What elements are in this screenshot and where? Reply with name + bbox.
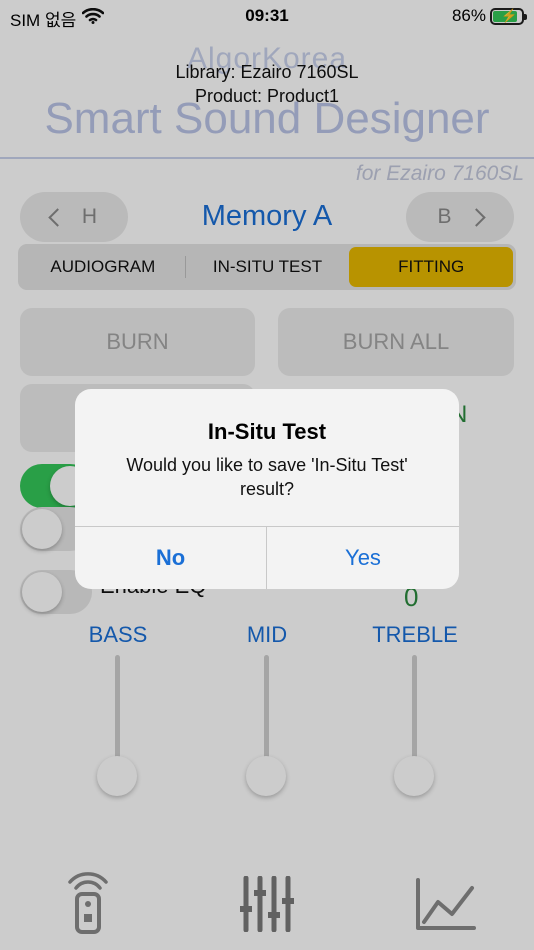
alert-dialog: In-Situ Test Would you like to save 'In-…: [75, 389, 459, 589]
alert-title: In-Situ Test: [207, 419, 327, 444]
yes-button[interactable]: Yes: [267, 526, 459, 589]
no-button[interactable]: No: [75, 526, 266, 589]
app-screen: SIM 없음 09:31 86% ⚡ AlgorKorea Smart Soun…: [0, 0, 534, 950]
alert-message: Would you like to save 'In-Situ Test' re…: [126, 455, 408, 499]
